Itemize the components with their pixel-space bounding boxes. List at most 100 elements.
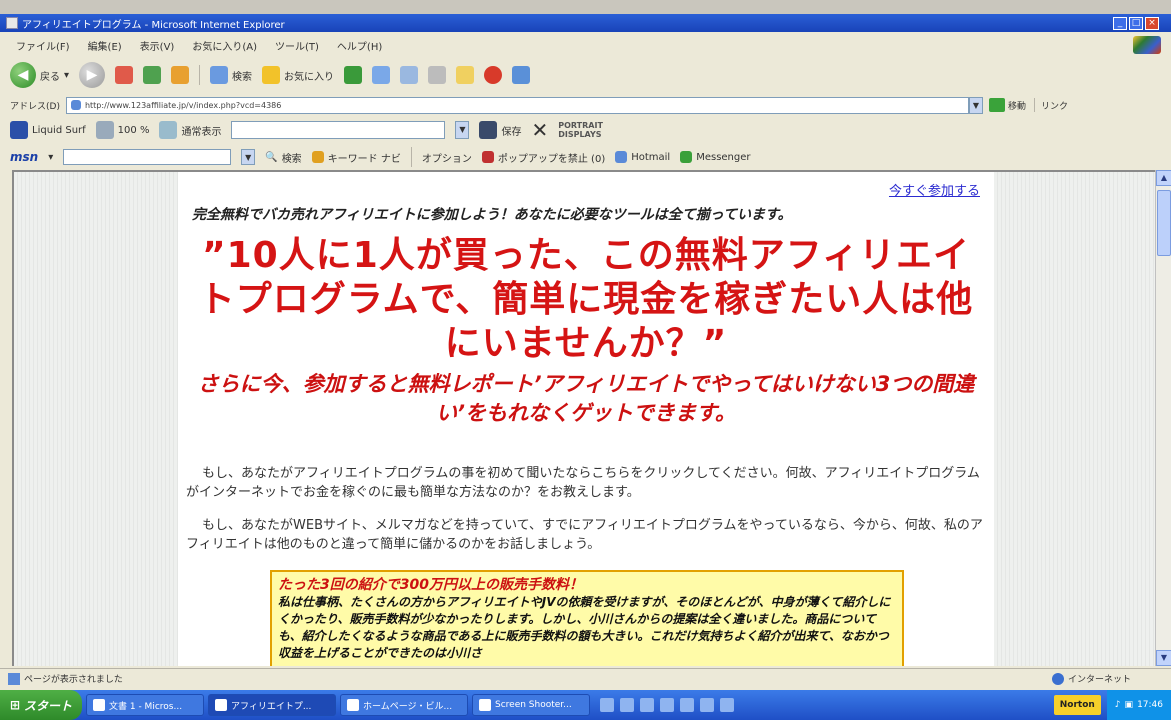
messenger-icon <box>680 151 693 163</box>
web-content[interactable]: 今すぐ参加する 完全無料でバカ売れアフィリエイトに参加しよう！あなたに必要なツー… <box>12 170 1155 666</box>
vertical-scrollbar[interactable]: ▲ ▼ <box>1155 170 1171 666</box>
favorites-button[interactable]: お気に入り <box>262 66 334 84</box>
minimize-icon[interactable]: _ <box>1113 16 1127 30</box>
app-icon[interactable] <box>620 698 634 712</box>
page-body: 今すぐ参加する 完全無料でバカ売れアフィリエイトに参加しよう！あなたに必要なツー… <box>178 172 994 666</box>
task-word[interactable]: 文書 1 - Micros... <box>86 694 204 716</box>
page-icon <box>70 100 81 110</box>
zoom-label: 100 % <box>117 124 150 136</box>
mail-icon[interactable] <box>372 66 391 84</box>
folder-icon[interactable] <box>456 66 475 84</box>
stop-icon[interactable] <box>115 66 134 84</box>
search-icon <box>210 66 229 84</box>
task-label: ホームページ・ビル... <box>363 701 453 712</box>
join-now-link[interactable]: 今すぐ参加する <box>889 180 980 199</box>
task-label: Screen Shooter... <box>495 700 572 710</box>
liquid-search-input[interactable] <box>231 121 446 139</box>
save-button[interactable]: 保存 <box>479 121 521 139</box>
paragraph-beginner: もし、あなたがアフィリエイトプログラムの事を初めて聞いたならこちらをクリックして… <box>186 466 980 500</box>
save-label: 保存 <box>501 126 522 138</box>
address-input[interactable]: http://www.123affiliate.jp/v/index.php?v… <box>65 96 969 114</box>
maximize-icon[interactable]: □ <box>1129 16 1143 30</box>
power-icon[interactable] <box>484 66 503 84</box>
start-label: スタート <box>24 698 73 713</box>
testimonial-body: 私は仕事柄、たくさんの方からアフィリエイトやJVの依頼を受けますが、そのほとんど… <box>278 595 891 660</box>
app-icon[interactable] <box>720 698 734 712</box>
menu-favorites[interactable]: お気に入り(A) <box>192 38 257 53</box>
zoom-button[interactable]: 100 % <box>95 121 150 139</box>
task-label: 文書 1 - Micros... <box>109 701 183 712</box>
go-button[interactable]: 移動 <box>988 98 1026 112</box>
norton-button[interactable]: Norton <box>1053 695 1101 715</box>
close-toolbar-icon[interactable]: ✕ <box>531 118 548 142</box>
back-button[interactable]: ◀ 戻る ▾ <box>10 62 69 88</box>
edit-icon[interactable] <box>428 66 447 84</box>
print-icon[interactable] <box>400 66 419 84</box>
start-button[interactable]: ⊞ スタート <box>0 690 82 720</box>
links-button[interactable]: リンク <box>1041 99 1068 112</box>
back-label: 戻る <box>40 71 60 83</box>
paragraph-experienced: もし、あなたがWEBサイト、メルマガなどを持っていて、すでにアフィリエイトプログ… <box>186 518 983 552</box>
quick-launch <box>600 698 734 712</box>
favorites-label: お気に入り <box>284 71 335 83</box>
task-ie[interactable]: アフィリエイトプ... <box>208 694 336 716</box>
view-mode-icon <box>159 121 178 139</box>
popup-block-icon <box>481 151 494 163</box>
ie-icon <box>6 17 18 29</box>
menu-file[interactable]: ファイル(F) <box>16 38 70 53</box>
msn-toolbar: msn ▾ ▼ 🔍 検索 キーワード ナビ オプション ポップアップを禁止 (0… <box>0 146 1171 168</box>
msn-search-dropdown[interactable]: ▼ <box>241 149 256 165</box>
forward-button[interactable]: ▶ <box>79 62 106 88</box>
title-bar[interactable]: アフィリエイトプログラム - Microsoft Internet Explor… <box>0 14 1171 32</box>
messenger-icon[interactable] <box>512 66 531 84</box>
scroll-up-icon[interactable]: ▲ <box>1156 170 1171 186</box>
globe-icon <box>1051 672 1064 685</box>
search-button[interactable]: 検索 <box>210 66 252 84</box>
address-bar: アドレス(D) http://www.123affiliate.jp/v/ind… <box>0 94 1171 116</box>
menu-view[interactable]: 表示(V) <box>140 38 175 53</box>
hotmail-button[interactable]: Hotmail <box>615 151 670 163</box>
messenger-button[interactable]: Messenger <box>680 151 751 163</box>
clock: 17:46 <box>1137 700 1163 710</box>
address-dropdown[interactable]: ▼ <box>968 96 983 114</box>
menu-tools[interactable]: ツール(T) <box>275 38 319 53</box>
app-icon[interactable] <box>660 698 674 712</box>
menu-edit[interactable]: 編集(E) <box>88 38 122 53</box>
task-homepage-builder[interactable]: ホームページ・ビル... <box>340 694 468 716</box>
go-label: 移動 <box>1007 101 1026 112</box>
scroll-down-icon[interactable]: ▼ <box>1156 650 1171 666</box>
testimonial-box: たった3回の紹介で300万円以上の販売手数料！ 私は仕事柄、たくさんの方からアフ… <box>270 570 904 666</box>
liquid-search-dropdown[interactable]: ▼ <box>455 121 470 139</box>
view-mode-button[interactable]: 通常表示 <box>159 121 221 139</box>
headline: ”10人に1人が買った、この無料アフィリエイトプログラムで、簡単に現金を稼ぎたい… <box>198 235 974 364</box>
network-icon[interactable]: ▣ <box>1125 700 1134 710</box>
volume-icon[interactable]: ♪ <box>1115 700 1121 710</box>
testimonial-title: たった3回の紹介で300万円以上の販売手数料！ <box>278 577 583 593</box>
menu-help[interactable]: ヘルプ(H) <box>337 38 382 53</box>
chevron-down-icon[interactable]: ▾ <box>48 152 53 163</box>
window-controls: _ □ × <box>1113 16 1171 30</box>
msn-search-button[interactable]: 🔍 検索 <box>265 150 301 165</box>
app-icon[interactable] <box>680 698 694 712</box>
history-icon[interactable] <box>344 66 363 84</box>
windows-flag-icon: ⊞ <box>9 698 21 712</box>
msn-search-input[interactable] <box>63 149 232 165</box>
liquid-surf-button[interactable]: Liquid Surf <box>10 121 86 139</box>
browser-window: アフィリエイトプログラム - Microsoft Internet Explor… <box>0 0 1171 720</box>
app-icon[interactable] <box>700 698 714 712</box>
options-button[interactable]: オプション <box>422 150 472 165</box>
msn-search-label: 検索 <box>281 153 302 165</box>
word-icon <box>93 699 105 711</box>
task-label: アフィリエイトプ... <box>231 701 312 712</box>
app-icon[interactable] <box>640 698 654 712</box>
scroll-thumb[interactable] <box>1157 190 1171 256</box>
keyword-navi-button[interactable]: キーワード ナビ <box>311 150 401 165</box>
home-icon[interactable] <box>171 66 190 84</box>
popup-blocker-button[interactable]: ポップアップを禁止 (0) <box>481 150 605 165</box>
close-icon[interactable]: × <box>1145 16 1159 30</box>
task-screen-shooter[interactable]: Screen Shooter... <box>472 694 590 716</box>
refresh-icon[interactable] <box>143 66 162 84</box>
app-icon[interactable] <box>600 698 614 712</box>
system-tray: ♪ ▣ 17:46 <box>1106 690 1171 720</box>
toolbar-separator <box>199 65 201 85</box>
